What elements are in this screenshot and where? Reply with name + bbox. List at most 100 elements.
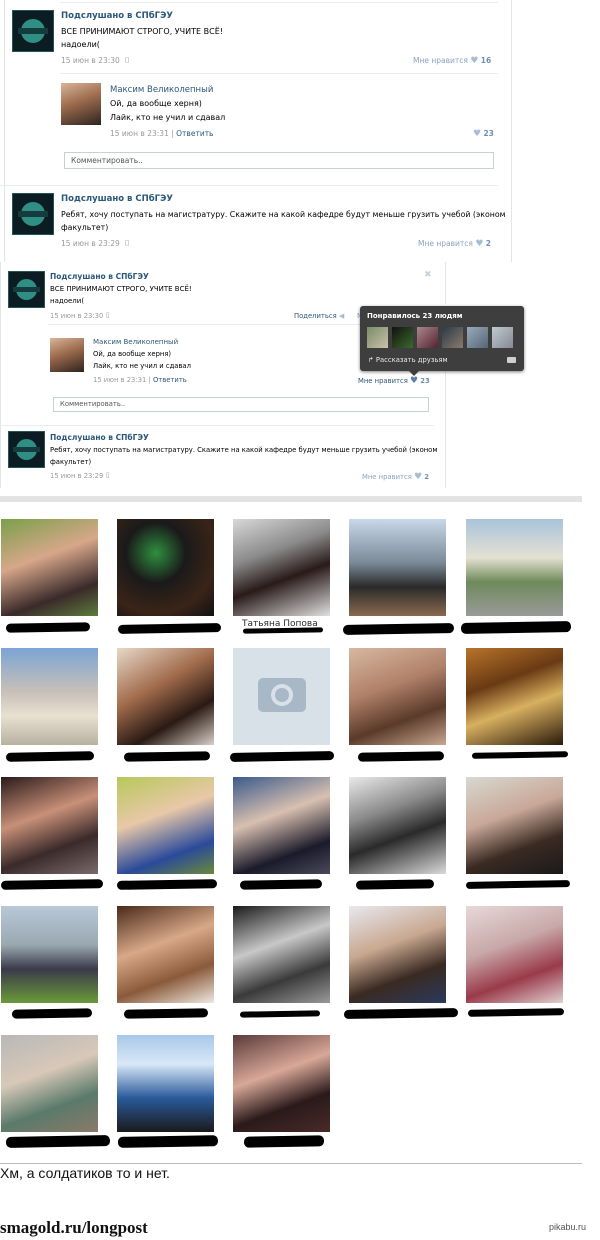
friend-photo[interactable] (466, 648, 563, 745)
friend-photo[interactable] (233, 1035, 330, 1132)
redacted-name (342, 623, 455, 635)
post-text: ВСЕ ПРИНИМАЮТ СТРОГО, УЧИТЕ ВСЁ! (61, 27, 223, 36)
redacted-name (123, 1008, 209, 1019)
friend-photo[interactable] (1, 648, 98, 745)
liker-avatar[interactable] (467, 327, 488, 348)
like-label: Мне нравится (413, 56, 468, 65)
megaphone-icon: ◀ (338, 312, 345, 320)
like-button[interactable]: Мне нравится ♥ 2 (362, 472, 429, 482)
camera-icon (258, 678, 306, 712)
friend-photo[interactable] (117, 1035, 214, 1132)
like-button[interactable]: Мне нравится ♥ 2 (418, 239, 491, 249)
friend-photo[interactable] (349, 777, 446, 874)
group-avatar[interactable] (8, 271, 45, 308)
post-author[interactable]: Подслушано в СПбГЭУ (61, 11, 173, 21)
friend-photo[interactable] (117, 906, 214, 1003)
share-friends-label: Рассказать друзьям (375, 356, 448, 364)
group-avatar[interactable] (12, 193, 54, 235)
like-label: Мне нравится (362, 473, 412, 481)
logo-badge-shape (13, 287, 40, 292)
friend-photo[interactable] (233, 777, 330, 874)
liker-avatar[interactable] (367, 327, 388, 348)
post-date[interactable]: 15 июн в 23:29 (50, 472, 103, 480)
friend-photo[interactable] (233, 906, 330, 1003)
comment-input[interactable]: Комментировать.. (53, 397, 429, 412)
right-border (445, 372, 446, 488)
group-avatar[interactable] (8, 431, 45, 468)
close-icon[interactable]: ✖ (424, 270, 432, 280)
friend-photo[interactable] (466, 906, 563, 1003)
logo-badge-shape (18, 211, 48, 217)
user-avatar[interactable] (61, 83, 101, 125)
caption: Хм, а солдатиков то и нет. (0, 1165, 170, 1181)
reply-button[interactable]: Ответить (153, 376, 187, 384)
heart-icon: ♥ (413, 472, 423, 482)
friend-photo[interactable] (1, 906, 98, 1003)
friend-photo[interactable] (117, 519, 214, 616)
post-text-line2: надоели( (50, 297, 85, 305)
friend-photo[interactable] (349, 519, 446, 616)
reply-like-count: 23 (420, 377, 430, 385)
friend-photo[interactable] (349, 648, 446, 745)
reply-button[interactable]: Ответить (176, 129, 213, 138)
post-divider (0, 185, 498, 186)
screenshot-b: ✖ Подслушано в СПбГЭУ ВСЕ ПРИНИМАЮТ СТРО… (0, 262, 527, 488)
reply-author[interactable]: Максим Великолепный (93, 338, 178, 346)
post-date[interactable]: 15 июн в 23:29 (61, 239, 120, 248)
like-button[interactable]: Мне нравится ♥ 16 (413, 56, 491, 66)
friend-photo[interactable] (466, 519, 563, 616)
heart-icon: ♥ (473, 129, 482, 139)
site-link[interactable]: smagold.ru/longpost (0, 1218, 148, 1238)
meta-separator: | (148, 376, 151, 384)
reply-date[interactable]: 15 июн в 23:31 (110, 129, 169, 138)
liker-avatar[interactable] (492, 327, 513, 348)
comment-input[interactable]: Комментировать.. (64, 152, 494, 169)
like-label: Мне нравится (358, 377, 408, 385)
liker-avatar[interactable] (392, 327, 413, 348)
reply-meta: 15 июн в 23:31 | Ответить (110, 129, 213, 138)
left-border (4, 0, 5, 262)
friend-photo[interactable] (233, 648, 330, 745)
post-date[interactable]: 15 июн в 23:30 (50, 312, 103, 320)
redacted-name (117, 1135, 219, 1148)
user-avatar[interactable] (50, 338, 84, 372)
friend-photo[interactable] (1, 777, 98, 874)
friend-photo[interactable] (466, 777, 563, 874)
reply-like-button[interactable]: Мне нравится ♥ 23 (358, 376, 430, 386)
friend-photo[interactable] (117, 648, 214, 745)
friend-name[interactable]: Татьяна Попова (242, 619, 318, 629)
post-author[interactable]: Подслушано в СПбГЭУ (50, 272, 149, 281)
share-button[interactable]: Поделиться ◀ (294, 312, 344, 320)
share-label: Поделиться (294, 312, 337, 320)
reply-date[interactable]: 15 июн в 23:31 (93, 376, 146, 384)
likes-popup: Понравилось 23 людям ↱ Рассказать друзья… (360, 306, 524, 376)
mobile-icon: ▯ (106, 311, 110, 319)
group-avatar[interactable] (12, 10, 54, 52)
reply-like-button[interactable]: ♥ 23 (473, 129, 494, 139)
post-text: Ребят, хочу поступать на магистратуру. С… (61, 210, 506, 219)
right-border (511, 0, 512, 262)
reply-author[interactable]: Максим Великолепный (110, 85, 213, 95)
liker-avatar[interactable] (442, 327, 463, 348)
share-friends-button[interactable]: ↱ Рассказать друзьям (368, 356, 448, 364)
friend-photo[interactable] (349, 906, 446, 1003)
liker-avatar[interactable] (417, 327, 438, 348)
redacted-name (229, 751, 335, 762)
comment-bubble-icon[interactable] (507, 357, 516, 363)
post-text-line2: надоели( (61, 40, 100, 49)
popup-pointer (409, 371, 419, 376)
pikabu-watermark: pikabu.ru (549, 1222, 587, 1232)
post-author[interactable]: Подслушано в СПбГЭУ (50, 433, 149, 442)
friend-photo[interactable] (233, 519, 330, 616)
mobile-icon: ▯ (125, 238, 130, 247)
logo-badge-shape (13, 447, 40, 452)
friend-photo[interactable] (1, 1035, 98, 1132)
reply-text: Ой, да вообще херня) (110, 99, 202, 108)
post-author[interactable]: Подслушано в СПбГЭУ (61, 194, 173, 204)
post-date[interactable]: 15 июн в 23:30 (61, 56, 120, 65)
like-count: 2 (485, 239, 492, 248)
friend-photo[interactable] (1, 519, 98, 616)
friend-photo[interactable] (117, 777, 214, 874)
popup-title[interactable]: Понравилось 23 людям (367, 312, 463, 320)
like-count: 2 (424, 473, 429, 481)
